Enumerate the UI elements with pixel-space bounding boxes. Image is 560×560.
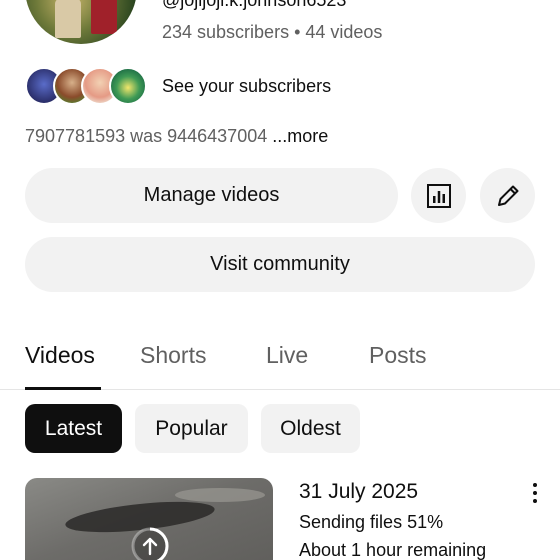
channel-tabs: Videos Shorts Live Posts bbox=[0, 330, 560, 390]
edit-channel-button[interactable] bbox=[480, 168, 535, 223]
subscriber-avatar bbox=[109, 67, 147, 105]
avatar-figure bbox=[91, 0, 117, 34]
filter-chip-latest[interactable]: Latest bbox=[25, 404, 122, 453]
upload-progress-icon bbox=[131, 527, 169, 560]
channel-stats: 234 subscribers • 44 videos bbox=[162, 22, 383, 42]
dot bbox=[533, 491, 537, 495]
upload-status: Sending files 51% bbox=[299, 512, 444, 532]
tab-shorts[interactable]: Shorts bbox=[140, 342, 206, 369]
more-link[interactable]: ...more bbox=[272, 126, 328, 146]
video-title[interactable]: 31 July 2025 bbox=[299, 480, 418, 504]
filter-chip-oldest[interactable]: Oldest bbox=[261, 404, 360, 453]
channel-avatar[interactable] bbox=[25, 0, 137, 44]
channel-handle: @jojijoji.k.johnson6523 bbox=[162, 0, 347, 10]
manage-videos-button[interactable]: Manage videos bbox=[25, 168, 398, 223]
filter-chip-popular[interactable]: Popular bbox=[135, 404, 248, 453]
description-text: 7907781593 was 9446437004 bbox=[25, 126, 268, 146]
avatar-figure bbox=[55, 0, 81, 38]
dot bbox=[533, 499, 537, 503]
video-thumbnail[interactable] bbox=[25, 478, 273, 560]
upload-time-remaining: About 1 hour remaining bbox=[299, 540, 487, 560]
subscriber-avatars bbox=[25, 66, 151, 106]
tab-posts[interactable]: Posts bbox=[369, 342, 427, 369]
more-options-icon[interactable] bbox=[524, 480, 546, 506]
thumbnail-shape bbox=[175, 488, 265, 502]
see-subscribers-link[interactable]: See your subscribers bbox=[162, 76, 331, 97]
subscribers-row[interactable]: See your subscribers bbox=[25, 66, 331, 106]
analytics-button[interactable] bbox=[411, 168, 466, 223]
visit-community-button[interactable]: Visit community bbox=[25, 237, 535, 292]
tab-live[interactable]: Live bbox=[266, 342, 308, 369]
tab-videos[interactable]: Videos bbox=[25, 342, 95, 369]
active-tab-indicator bbox=[25, 387, 101, 390]
pencil-icon bbox=[497, 185, 518, 206]
channel-description[interactable]: 7907781593 was 9446437004 ...more bbox=[25, 126, 328, 147]
dot bbox=[533, 483, 537, 487]
analytics-icon bbox=[426, 183, 451, 208]
